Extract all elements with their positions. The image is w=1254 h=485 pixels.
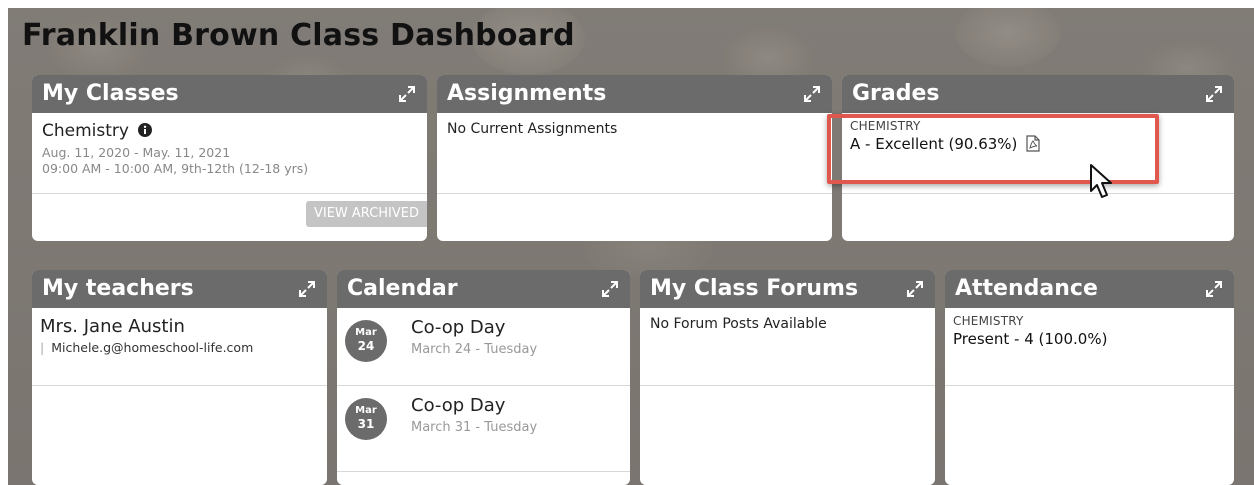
forums-widget: My Class Forums No Forum Posts Available [640,270,935,485]
calendar-header: Calendar [337,270,630,308]
my-teachers-title: My teachers [42,276,194,301]
divider [842,193,1234,194]
class-schedule: 09:00 AM - 10:00 AM, 9th-12th (12-18 yrs… [42,161,309,176]
calendar-event[interactable]: Mar 31 Co-op Day March 31 - Tuesday [337,386,630,466]
divider [640,385,935,386]
expand-icon[interactable] [600,279,620,299]
assignments-widget: Assignments No Current Assignments [437,75,832,241]
attendance-header: Attendance [945,270,1234,308]
event-title[interactable]: Co-op Day [411,317,505,338]
event-date: March 24 - Tuesday [411,342,538,357]
assignments-empty-text: No Current Assignments [447,121,618,137]
date-badge-day: 24 [357,339,375,353]
divider [32,385,327,386]
attendance-widget: Attendance CHEMISTRY Present - 4 (100.0%… [945,270,1234,485]
forums-header: My Class Forums [640,270,935,308]
date-badge: Mar 24 [345,320,387,362]
separator: | [40,340,45,355]
date-badge-month: Mar [355,405,377,416]
divider [32,193,427,194]
forums-title: My Class Forums [650,276,859,301]
my-classes-widget: My Classes Chemistry Aug. 11, 2020 - May… [32,75,427,241]
view-archived-button[interactable]: VIEW ARCHIVED [305,201,427,227]
class-dates: Aug. 11, 2020 - May. 11, 2021 [42,145,231,160]
attendance-subject: CHEMISTRY [953,314,1024,328]
assignments-title: Assignments [447,81,607,106]
expand-icon[interactable] [1204,84,1224,104]
grades-header: Grades [842,75,1234,113]
divider [437,193,832,194]
event-date: March 31 - Tuesday [411,420,538,435]
teacher-email-row: | Michele.g@homeschool-life.com [40,340,253,355]
date-badge-day: 31 [357,417,375,431]
forums-empty-text: No Forum Posts Available [650,316,827,332]
my-teachers-widget: My teachers Mrs. Jane Austin | Michele.g… [32,270,327,485]
class-item-chemistry[interactable]: Chemistry [42,121,153,141]
my-classes-title: My Classes [42,81,179,106]
teacher-email[interactable]: Michele.g@homeschool-life.com [51,340,253,355]
my-teachers-header: My teachers [32,270,327,308]
info-circle-icon[interactable] [138,123,153,137]
event-title[interactable]: Co-op Day [411,395,505,416]
dashboard-background: Franklin Brown Class Dashboard My Classe… [8,8,1254,485]
attendance-value: Present - 4 (100.0%) [953,330,1108,348]
assignments-header: Assignments [437,75,832,113]
calendar-title: Calendar [347,276,458,301]
expand-icon[interactable] [802,84,822,104]
expand-icon[interactable] [905,279,925,299]
expand-icon[interactable] [397,84,417,104]
attendance-title: Attendance [955,276,1098,301]
my-classes-header: My Classes [32,75,427,113]
calendar-widget: Calendar Mar 24 Co-op Day March 24 - Tue… [337,270,630,485]
mouse-cursor-icon [1090,164,1112,198]
expand-icon[interactable] [297,279,317,299]
calendar-event[interactable]: Mar 24 Co-op Day March 24 - Tuesday [337,308,630,388]
class-name[interactable]: Chemistry [42,121,129,141]
divider [945,385,1234,386]
page-title: Franklin Brown Class Dashboard [22,18,575,53]
date-badge: Mar 31 [345,398,387,440]
teacher-name: Mrs. Jane Austin [40,316,185,337]
expand-icon[interactable] [1204,279,1224,299]
divider [337,471,630,472]
date-badge-month: Mar [355,327,377,338]
grades-title: Grades [852,81,940,106]
